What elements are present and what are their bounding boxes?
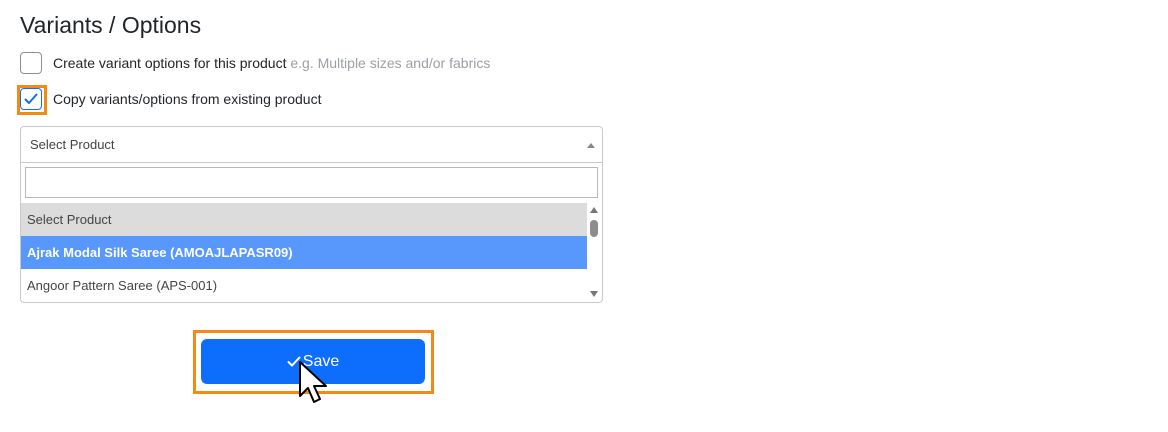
create-variant-option: Create variant options for this product …: [20, 52, 490, 74]
product-search-input[interactable]: [25, 167, 598, 198]
product-options-list: Select Product Ajrak Modal Silk Saree (A…: [21, 203, 587, 302]
copy-variant-option: Copy variants/options from existing prod…: [17, 85, 322, 115]
create-variant-checkbox[interactable]: [20, 52, 42, 74]
product-select-toggle[interactable]: Select Product: [20, 126, 603, 163]
copy-variant-checkbox[interactable]: [17, 85, 47, 115]
product-select-current: Select Product: [30, 137, 115, 152]
pointer-cursor-icon: [299, 361, 327, 403]
option-angoor-pattern-saree[interactable]: Angoor Pattern Saree (APS-001): [21, 269, 587, 302]
section-title: Variants / Options: [20, 12, 202, 38]
option-ajrak-modal-silk-saree[interactable]: Ajrak Modal Silk Saree (AMOAJLAPASR09): [21, 236, 587, 269]
scroll-down-arrow-icon[interactable]: [590, 291, 598, 297]
create-variant-hint: e.g. Multiple sizes and/or fabrics: [290, 55, 491, 71]
scroll-up-arrow-icon[interactable]: [590, 207, 598, 213]
create-variant-text: Create variant options for this product: [53, 55, 287, 71]
create-variant-label: Create variant options for this product …: [53, 55, 490, 71]
options-scrollbar[interactable]: [587, 203, 601, 301]
check-icon: [24, 93, 38, 104]
caret-up-icon: [587, 143, 595, 148]
copy-variant-label: Copy variants/options from existing prod…: [53, 91, 322, 107]
product-dropdown: Select Product Ajrak Modal Silk Saree (A…: [20, 163, 603, 303]
option-select-product[interactable]: Select Product: [21, 203, 587, 236]
scrollbar-thumb[interactable]: [590, 220, 598, 237]
product-select: Select Product Select Product Ajrak Moda…: [20, 126, 603, 303]
